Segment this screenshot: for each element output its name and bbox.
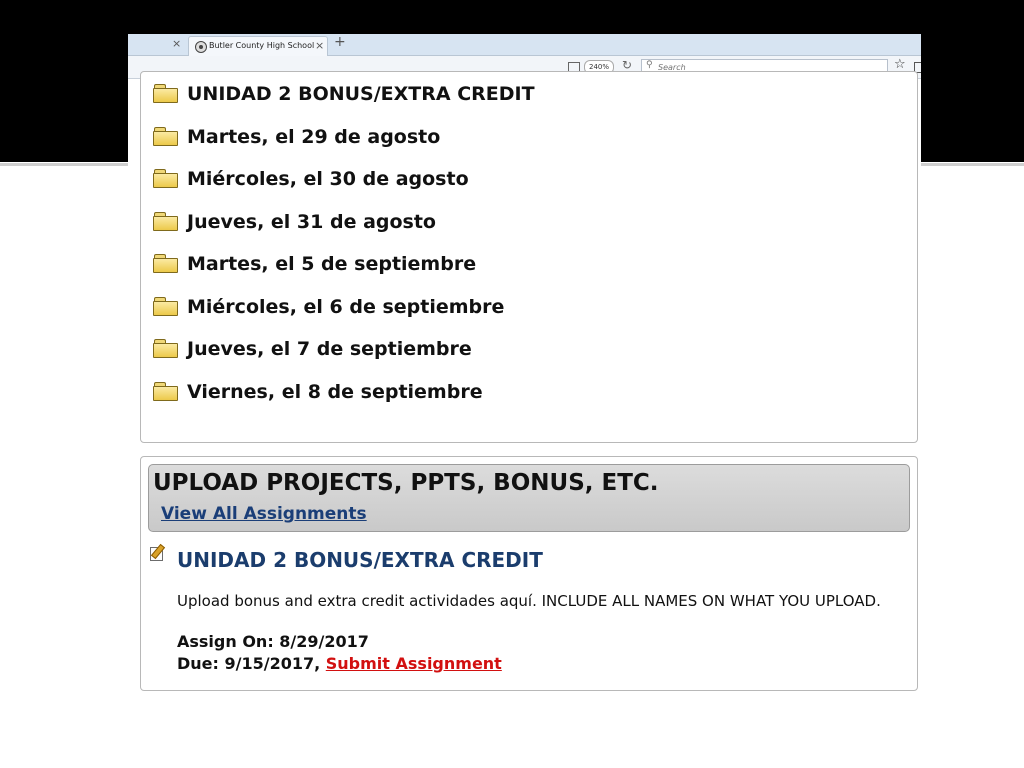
folder-icon bbox=[153, 169, 178, 188]
due-line: Due: 9/15/2017, Submit Assignment bbox=[177, 654, 502, 673]
folder-label[interactable]: Jueves, el 7 de septiembre bbox=[187, 335, 472, 363]
bookmark-star-icon[interactable]: ☆ bbox=[894, 57, 906, 72]
folder-icon bbox=[153, 339, 178, 358]
search-icon: ⚲ bbox=[646, 60, 653, 70]
tab-strip: × Butler County High School × + bbox=[128, 34, 921, 56]
folder-icon bbox=[153, 382, 178, 401]
folder-icon bbox=[153, 212, 178, 231]
folder-icon bbox=[153, 127, 178, 146]
folder-list-panel: UNIDAD 2 BONUS/EXTRA CREDIT Martes, el 2… bbox=[140, 71, 918, 443]
assign-on-date: Assign On: 8/29/2017 bbox=[177, 632, 369, 651]
assignments-header: UPLOAD PROJECTS, PPTS, BONUS, ETC. View … bbox=[148, 464, 910, 532]
assignment-title[interactable]: UNIDAD 2 BONUS/EXTRA CREDIT bbox=[177, 548, 543, 572]
folder-label[interactable]: UNIDAD 2 BONUS/EXTRA CREDIT bbox=[187, 80, 535, 108]
folder-icon bbox=[153, 254, 178, 273]
submit-assignment-link[interactable]: Submit Assignment bbox=[326, 654, 502, 673]
folder-label[interactable]: Jueves, el 31 de agosto bbox=[187, 208, 436, 236]
view-all-assignments-link[interactable]: View All Assignments bbox=[161, 504, 367, 524]
assignments-panel: UPLOAD PROJECTS, PPTS, BONUS, ETC. View … bbox=[140, 456, 918, 691]
browser-window: × Butler County High School × + 240% ↻ ⚲… bbox=[128, 34, 921, 752]
folder-label[interactable]: Martes, el 5 de septiembre bbox=[187, 250, 476, 278]
tab-active[interactable]: Butler County High School × bbox=[188, 36, 328, 56]
assignment-description: Upload bonus and extra credit actividade… bbox=[177, 592, 881, 610]
due-date: Due: 9/15/2017, bbox=[177, 654, 321, 673]
new-tab-icon[interactable]: + bbox=[334, 34, 346, 50]
folder-icon bbox=[153, 297, 178, 316]
close-tab-icon[interactable]: × bbox=[315, 39, 324, 52]
reload-icon[interactable]: ↻ bbox=[622, 58, 632, 72]
close-tab-icon[interactable]: × bbox=[172, 37, 181, 50]
page-content: UNIDAD 2 BONUS/EXTRA CREDIT Martes, el 2… bbox=[128, 71, 921, 752]
folder-label[interactable]: Martes, el 29 de agosto bbox=[187, 123, 440, 151]
folder-label[interactable]: Viernes, el 8 de septiembre bbox=[187, 378, 483, 406]
tab-title: Butler County High School bbox=[209, 41, 315, 50]
folder-icon bbox=[153, 84, 178, 103]
assignments-title: UPLOAD PROJECTS, PPTS, BONUS, ETC. bbox=[153, 470, 659, 496]
edit-assignment-icon bbox=[150, 543, 166, 561]
site-favicon-icon bbox=[195, 41, 207, 53]
folder-label[interactable]: Miércoles, el 30 de agosto bbox=[187, 165, 469, 193]
folder-label[interactable]: Miércoles, el 6 de septiembre bbox=[187, 293, 504, 321]
